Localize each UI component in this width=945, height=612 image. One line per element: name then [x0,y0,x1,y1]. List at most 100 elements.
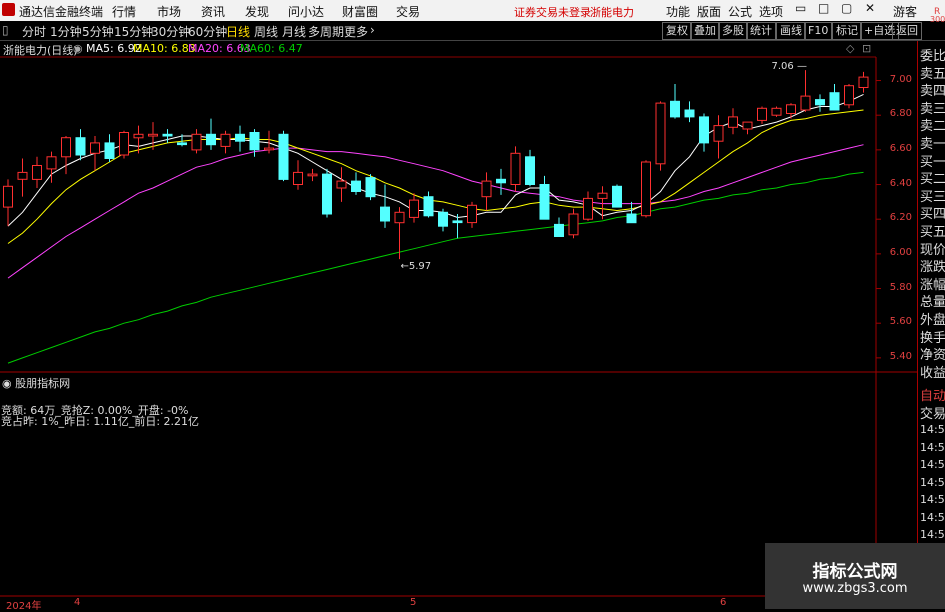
quote-label: 净资 [920,348,945,364]
candle[interactable] [757,106,767,124]
candle-body [220,133,231,147]
candle[interactable] [641,160,651,218]
candle-body [510,152,521,186]
candle[interactable] [525,149,535,187]
candle-body [481,180,492,198]
candle[interactable] [699,113,709,152]
indicator-toggle-icon[interactable]: ◉ [2,377,12,390]
candle[interactable] [365,174,376,201]
candle[interactable] [510,146,521,192]
candle[interactable] [104,134,115,162]
candle-body [554,223,564,237]
candle[interactable] [90,136,100,171]
high-price-label: 7.06 — [772,61,807,72]
candle[interactable] [554,217,564,237]
candle-body [191,133,202,151]
candle[interactable] [206,118,216,150]
candle[interactable] [438,208,448,232]
candle[interactable] [742,121,753,135]
candle[interactable] [771,106,782,117]
price-axis-label: 6.60 [889,142,912,154]
candle[interactable] [684,101,695,123]
candle[interactable] [322,168,332,218]
candle[interactable] [351,172,361,195]
price-axis-label: 5.60 [889,316,912,328]
candle-body [423,196,434,217]
panel-300-label: 300 [930,15,945,24]
candle[interactable] [235,125,245,152]
candle[interactable] [191,129,202,154]
candle[interactable] [568,208,579,239]
candle[interactable] [61,136,71,175]
candle[interactable] [467,201,477,228]
quote-label: 卖五 [920,66,945,82]
candle-body [336,180,347,189]
candle[interactable] [728,108,738,135]
candle-body [409,199,419,218]
candle-body [612,185,622,208]
candle[interactable] [844,84,854,109]
indicator-title[interactable]: ◉ 股朋指标网 [2,375,70,391]
candle[interactable] [293,160,303,190]
candle-body [249,132,260,151]
candle-body [148,133,158,137]
quote-label: 买二 [920,172,945,188]
candle[interactable] [409,193,419,223]
kline-chart[interactable]: 7.06 — ←5.97 [0,0,917,597]
candle[interactable] [307,168,318,182]
candle-body [641,161,651,217]
tick-time: 14:56 [920,440,945,454]
candle[interactable] [162,129,173,143]
panel-auto[interactable]: 自动 [920,385,945,404]
candle[interactable] [496,168,506,195]
candle[interactable] [380,184,390,228]
tick-time: 14:56 [920,528,945,541]
candle[interactable] [829,84,840,111]
price-axis-label: 6.80 [889,108,912,120]
candle-body [133,133,144,139]
candle-body [583,197,593,220]
candle-body [496,178,506,184]
price-axis-label: 6.00 [889,246,912,258]
candle[interactable] [17,158,28,197]
candle-body [626,213,637,224]
candle[interactable] [220,130,231,154]
quote-label: 总量 [920,295,945,311]
candle[interactable] [481,172,492,211]
candle-body [75,137,86,156]
candle-body [90,142,100,154]
candle[interactable] [452,214,463,239]
panel-trade[interactable]: 交易 [920,403,945,422]
candle[interactable] [815,94,825,112]
candle[interactable] [670,84,680,119]
candle[interactable] [119,130,129,159]
candle-body [568,213,579,236]
ma10-line [7,109,864,244]
quote-label: 买四 [920,207,945,223]
watermark-badge: 指标公式网 www.zbgs3.com [765,543,945,609]
candle[interactable] [786,103,796,119]
candle[interactable] [655,101,666,171]
candle-body [380,206,390,222]
candle[interactable] [713,115,724,159]
candle[interactable] [32,156,42,188]
candle[interactable] [800,70,811,112]
candle-body [699,116,709,144]
candle[interactable] [539,175,550,220]
quote-label: 买一 [920,154,945,170]
candle-body [757,107,767,121]
price-axis-label: 7.00 [889,73,912,85]
candle[interactable] [3,179,13,227]
candle-body [162,133,173,137]
candle[interactable] [626,201,637,224]
candle[interactable] [278,130,289,182]
candle[interactable] [336,167,347,202]
candle-body [539,184,550,220]
candle[interactable] [612,184,622,208]
candle-body [713,125,724,142]
candle[interactable] [858,71,869,93]
candle[interactable] [423,191,434,218]
candle-body [104,142,115,159]
candle[interactable] [583,191,593,221]
candle[interactable] [75,129,86,161]
